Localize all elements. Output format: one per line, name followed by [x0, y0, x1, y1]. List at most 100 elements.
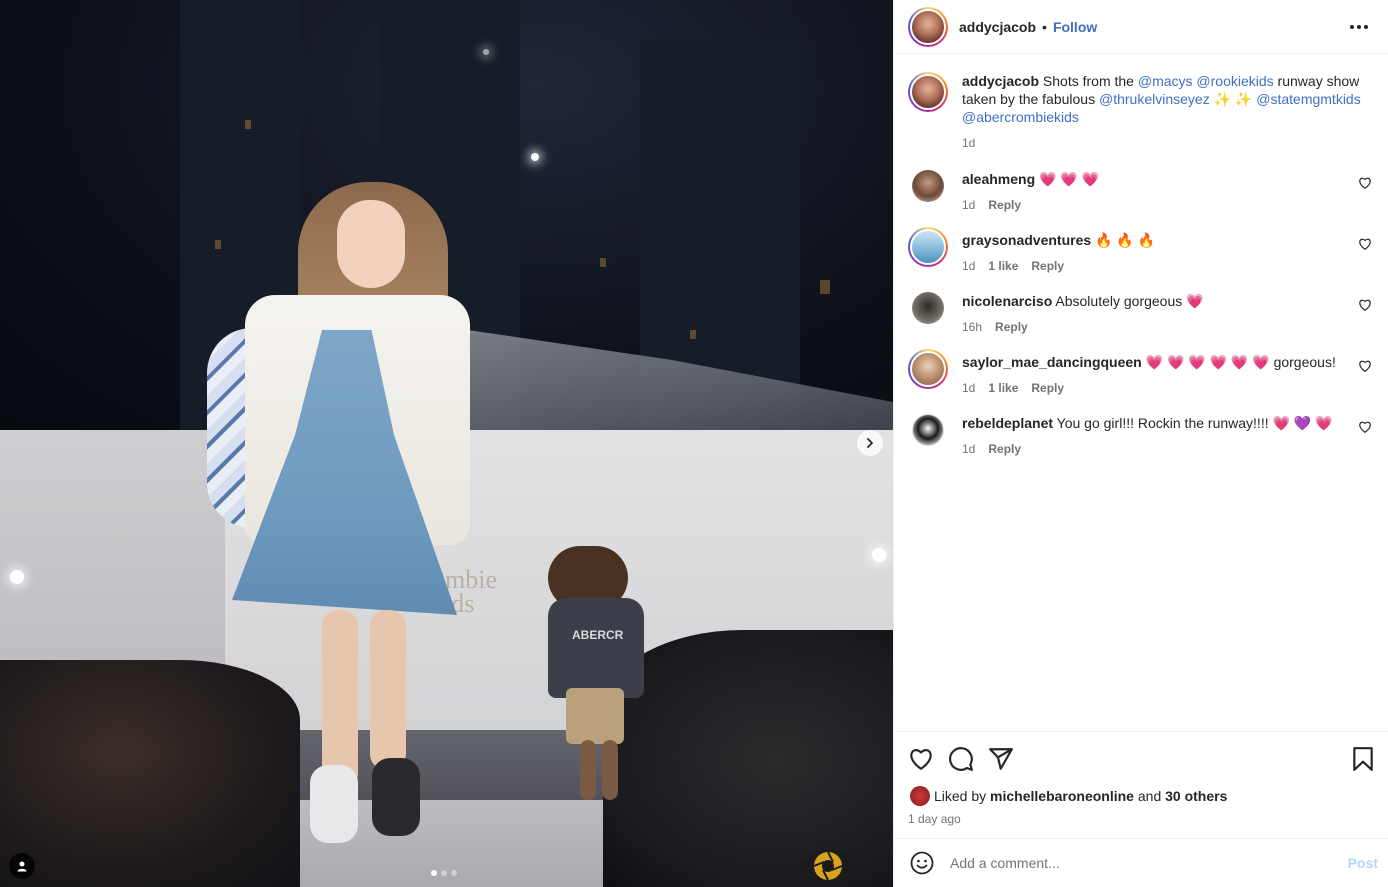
likes-others-link[interactable]: 30 others — [1165, 788, 1227, 804]
building-window — [215, 240, 221, 249]
comment-username[interactable]: aleahmeng — [962, 171, 1035, 187]
commenter-avatar[interactable] — [908, 227, 948, 267]
sky-light — [531, 153, 539, 161]
boy-leg — [580, 740, 596, 800]
carousel-dot — [441, 870, 447, 876]
post-caption: addycjacob Shots from the @macys @rookie… — [908, 72, 1374, 152]
mention-link[interactable]: @abercrombiekids — [962, 109, 1079, 125]
mention-link[interactable]: @macys — [1138, 73, 1193, 89]
comment-input[interactable] — [950, 855, 1348, 871]
bookmark-icon[interactable] — [1350, 746, 1376, 772]
caption-time: 1d — [962, 136, 976, 150]
building-window — [820, 280, 830, 294]
share-paper-plane-icon[interactable] — [988, 746, 1014, 772]
heart-icon[interactable] — [1358, 298, 1372, 312]
post-dialog: ombie ids ABERCR addycjacob • Follow add… — [0, 0, 1388, 887]
comment-text: 💗 💗 💗 — [1039, 171, 1100, 187]
model-leg — [370, 610, 406, 770]
comments-list[interactable]: addycjacob Shots from the @macys @rookie… — [894, 54, 1388, 731]
comment-username[interactable]: saylor_mae_dancingqueen — [962, 354, 1142, 370]
emoji-icon[interactable] — [910, 851, 934, 875]
sky-light — [483, 49, 489, 55]
camera-eye-logo — [797, 849, 859, 883]
mention-link[interactable]: @statemgmtkids — [1256, 91, 1360, 107]
post-media[interactable]: ombie ids ABERCR — [0, 0, 893, 887]
comment-username[interactable]: rebeldeplanet — [962, 415, 1053, 431]
like-heart-icon[interactable] — [908, 746, 934, 772]
user-tag-icon — [17, 861, 27, 872]
carousel-indicator — [431, 870, 457, 876]
reply-button[interactable]: Reply — [1031, 257, 1064, 275]
building-window — [690, 330, 696, 339]
boy-leg — [602, 740, 618, 800]
carousel-dot — [451, 870, 457, 876]
comment-username[interactable]: nicolenarciso — [962, 293, 1052, 309]
heart-icon[interactable] — [1358, 420, 1372, 434]
model-sneaker — [310, 765, 358, 843]
model-face — [337, 200, 405, 288]
comment-bubble-icon[interactable] — [948, 746, 974, 772]
comment-text: 💗 💗 💗 💗 💗 💗 gorgeous! — [1145, 354, 1336, 370]
comment-time: 16h — [962, 320, 983, 334]
liker-username[interactable]: michellebaroneonline — [990, 788, 1134, 804]
heart-icon[interactable] — [1358, 237, 1372, 251]
caption-emoji: ✨ ✨ — [1209, 91, 1257, 107]
caption-username[interactable]: addycjacob — [962, 73, 1039, 89]
commenter-avatar[interactable] — [912, 414, 944, 446]
more-options-icon — [1350, 24, 1354, 29]
author-avatar[interactable] — [908, 6, 948, 47]
comment-item: graysonadventures 🔥 🔥 🔥 1d 1 like Reply — [908, 227, 1374, 275]
likes-middle: and — [1133, 788, 1166, 804]
add-comment-bar: Post — [894, 838, 1388, 887]
reply-button[interactable]: Reply — [988, 196, 1021, 214]
more-options-button[interactable] — [1344, 19, 1374, 35]
stage-light — [872, 548, 886, 562]
commenter-avatar[interactable] — [908, 349, 948, 389]
tagged-users-button[interactable] — [9, 853, 35, 879]
heart-icon[interactable] — [1358, 359, 1372, 373]
author-username[interactable]: addycjacob — [959, 19, 1036, 35]
liker-avatar[interactable] — [910, 786, 930, 806]
comment-time: 1d — [962, 442, 976, 456]
boy-shorts — [566, 688, 624, 744]
next-slide-button[interactable] — [857, 430, 883, 456]
commenter-avatar[interactable] — [912, 292, 944, 324]
reply-button[interactable]: Reply — [1031, 379, 1064, 397]
comment-time: 1d — [962, 198, 976, 212]
commenter-avatar[interactable] — [912, 170, 944, 202]
model-sneaker — [372, 758, 420, 836]
audience-left — [0, 660, 300, 887]
heart-icon[interactable] — [1358, 176, 1372, 190]
comment-time: 1d — [962, 259, 976, 273]
comment-item: saylor_mae_dancingqueen 💗 💗 💗 💗 💗 💗 gorg… — [908, 349, 1374, 397]
comment-item: aleahmeng 💗 💗 💗 1d Reply — [908, 170, 1374, 214]
mention-link[interactable]: @rookiekids — [1196, 73, 1273, 89]
comment-item: nicolenarciso Absolutely gorgeous 💗 16h … — [908, 292, 1374, 336]
author-avatar[interactable] — [908, 72, 948, 112]
comment-likes[interactable]: 1 like — [988, 257, 1018, 275]
comment-time: 1d — [962, 381, 976, 395]
model-leg — [322, 610, 358, 790]
post-actions: Liked by michellebaroneonline and 30 oth… — [894, 731, 1388, 838]
comment-item: rebeldeplanet You go girl!!! Rockin the … — [908, 414, 1374, 458]
comment-text: Absolutely gorgeous 💗 — [1055, 293, 1204, 309]
likes-prefix: Liked by — [934, 788, 987, 804]
building-window — [245, 120, 251, 129]
post-comment-button[interactable]: Post — [1348, 855, 1378, 871]
comment-text: 🔥 🔥 🔥 — [1095, 232, 1156, 248]
separator-dot: • — [1042, 18, 1047, 35]
building-window — [600, 258, 606, 267]
comment-likes[interactable]: 1 like — [988, 379, 1018, 397]
stage-light — [10, 570, 24, 584]
boy-hoodie: ABERCR — [548, 598, 644, 698]
comment-username[interactable]: graysonadventures — [962, 232, 1091, 248]
mention-link[interactable]: @thrukelvinseyez — [1099, 91, 1210, 107]
likes-summary: Liked by michellebaroneonline and 30 oth… — [908, 786, 1376, 806]
follow-button[interactable]: Follow — [1053, 19, 1097, 35]
post-time: 1 day ago — [908, 812, 961, 826]
caption-text: Shots from the — [1039, 73, 1138, 89]
post-side-panel: addycjacob • Follow addycjacob Shots fro… — [893, 0, 1388, 887]
reply-button[interactable]: Reply — [995, 318, 1028, 336]
reply-button[interactable]: Reply — [988, 440, 1021, 458]
post-header: addycjacob • Follow — [894, 0, 1388, 54]
